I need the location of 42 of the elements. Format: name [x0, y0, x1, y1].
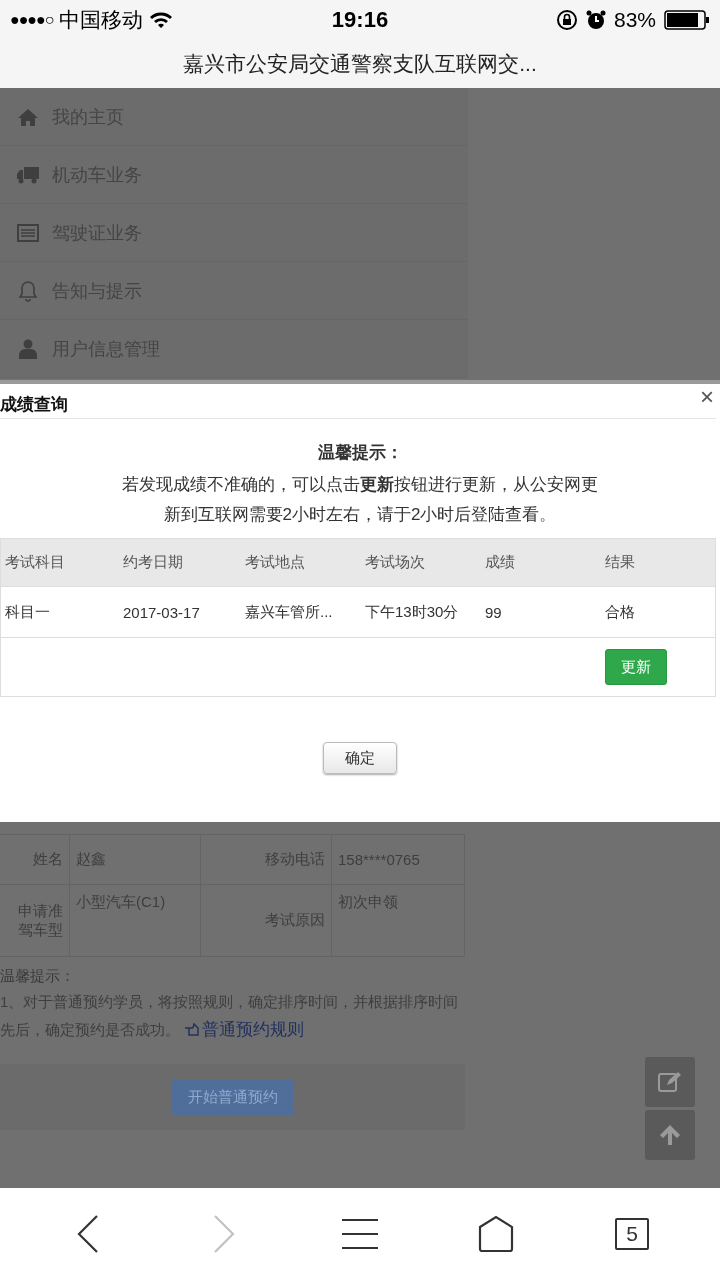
start-booking-button[interactable]: 开始普通预约: [171, 1078, 294, 1116]
list-card-icon: [17, 223, 39, 242]
dialog-title: 成绩查询: [0, 394, 68, 416]
edit-icon: [658, 1071, 682, 1093]
home-icon: [17, 106, 39, 127]
page-title: 嘉兴市公安局交通警察支队互联网交...: [183, 51, 537, 77]
close-button[interactable]: ×: [696, 384, 718, 410]
menu-icon[interactable]: [341, 1218, 379, 1250]
tabs-button[interactable]: 5: [615, 1218, 649, 1250]
home-icon[interactable]: [478, 1215, 514, 1253]
bell-icon: [18, 279, 38, 302]
column-header: 成绩: [484, 552, 516, 572]
rotation-lock-icon: [555, 9, 578, 31]
column-header: 考试场次: [364, 552, 426, 572]
notice-title: 温馨提示：: [316, 442, 404, 464]
column-header: 约考日期: [122, 552, 184, 572]
edit-button[interactable]: [645, 1057, 695, 1107]
user-icon: [19, 338, 37, 359]
column-header: 考试科目: [4, 552, 66, 572]
wifi-icon: [149, 11, 174, 29]
carrier-name: 中国移动: [59, 7, 144, 33]
table-cell-text: 99: [484, 602, 503, 623]
signal-dots: ●●●●○: [10, 11, 54, 29]
confirm-button[interactable]: 确定: [323, 742, 397, 774]
table-cell-text: 合格: [604, 601, 636, 622]
table-cell-text: 下午13时30分: [364, 601, 460, 622]
arrow-up-icon: [658, 1123, 682, 1147]
table-cell-text: 2017-03-17: [122, 602, 201, 623]
battery-percent: 83%: [613, 8, 656, 32]
table-cell-text: 科目一: [4, 601, 51, 622]
column-header: 结果: [604, 552, 636, 572]
battery-icon: [664, 10, 710, 30]
notice-text: 若发现成绩不准确的，可以点击更新按钮进行更新，从公安网更新到互联网需要2小时左右，请于2小时后登陆查看。: [121, 474, 599, 526]
alarm-icon: [585, 10, 606, 30]
back-to-top-button[interactable]: [645, 1110, 695, 1160]
clock-time: 19:16: [331, 7, 389, 33]
update-button[interactable]: 更新: [605, 649, 667, 685]
truck-icon: [17, 165, 39, 184]
rules-link[interactable]: 普通预约规则: [184, 1020, 305, 1039]
back-icon[interactable]: [77, 1215, 99, 1253]
column-header: 考试地点: [244, 552, 306, 572]
table-cell-text: 嘉兴车管所...: [244, 601, 334, 622]
